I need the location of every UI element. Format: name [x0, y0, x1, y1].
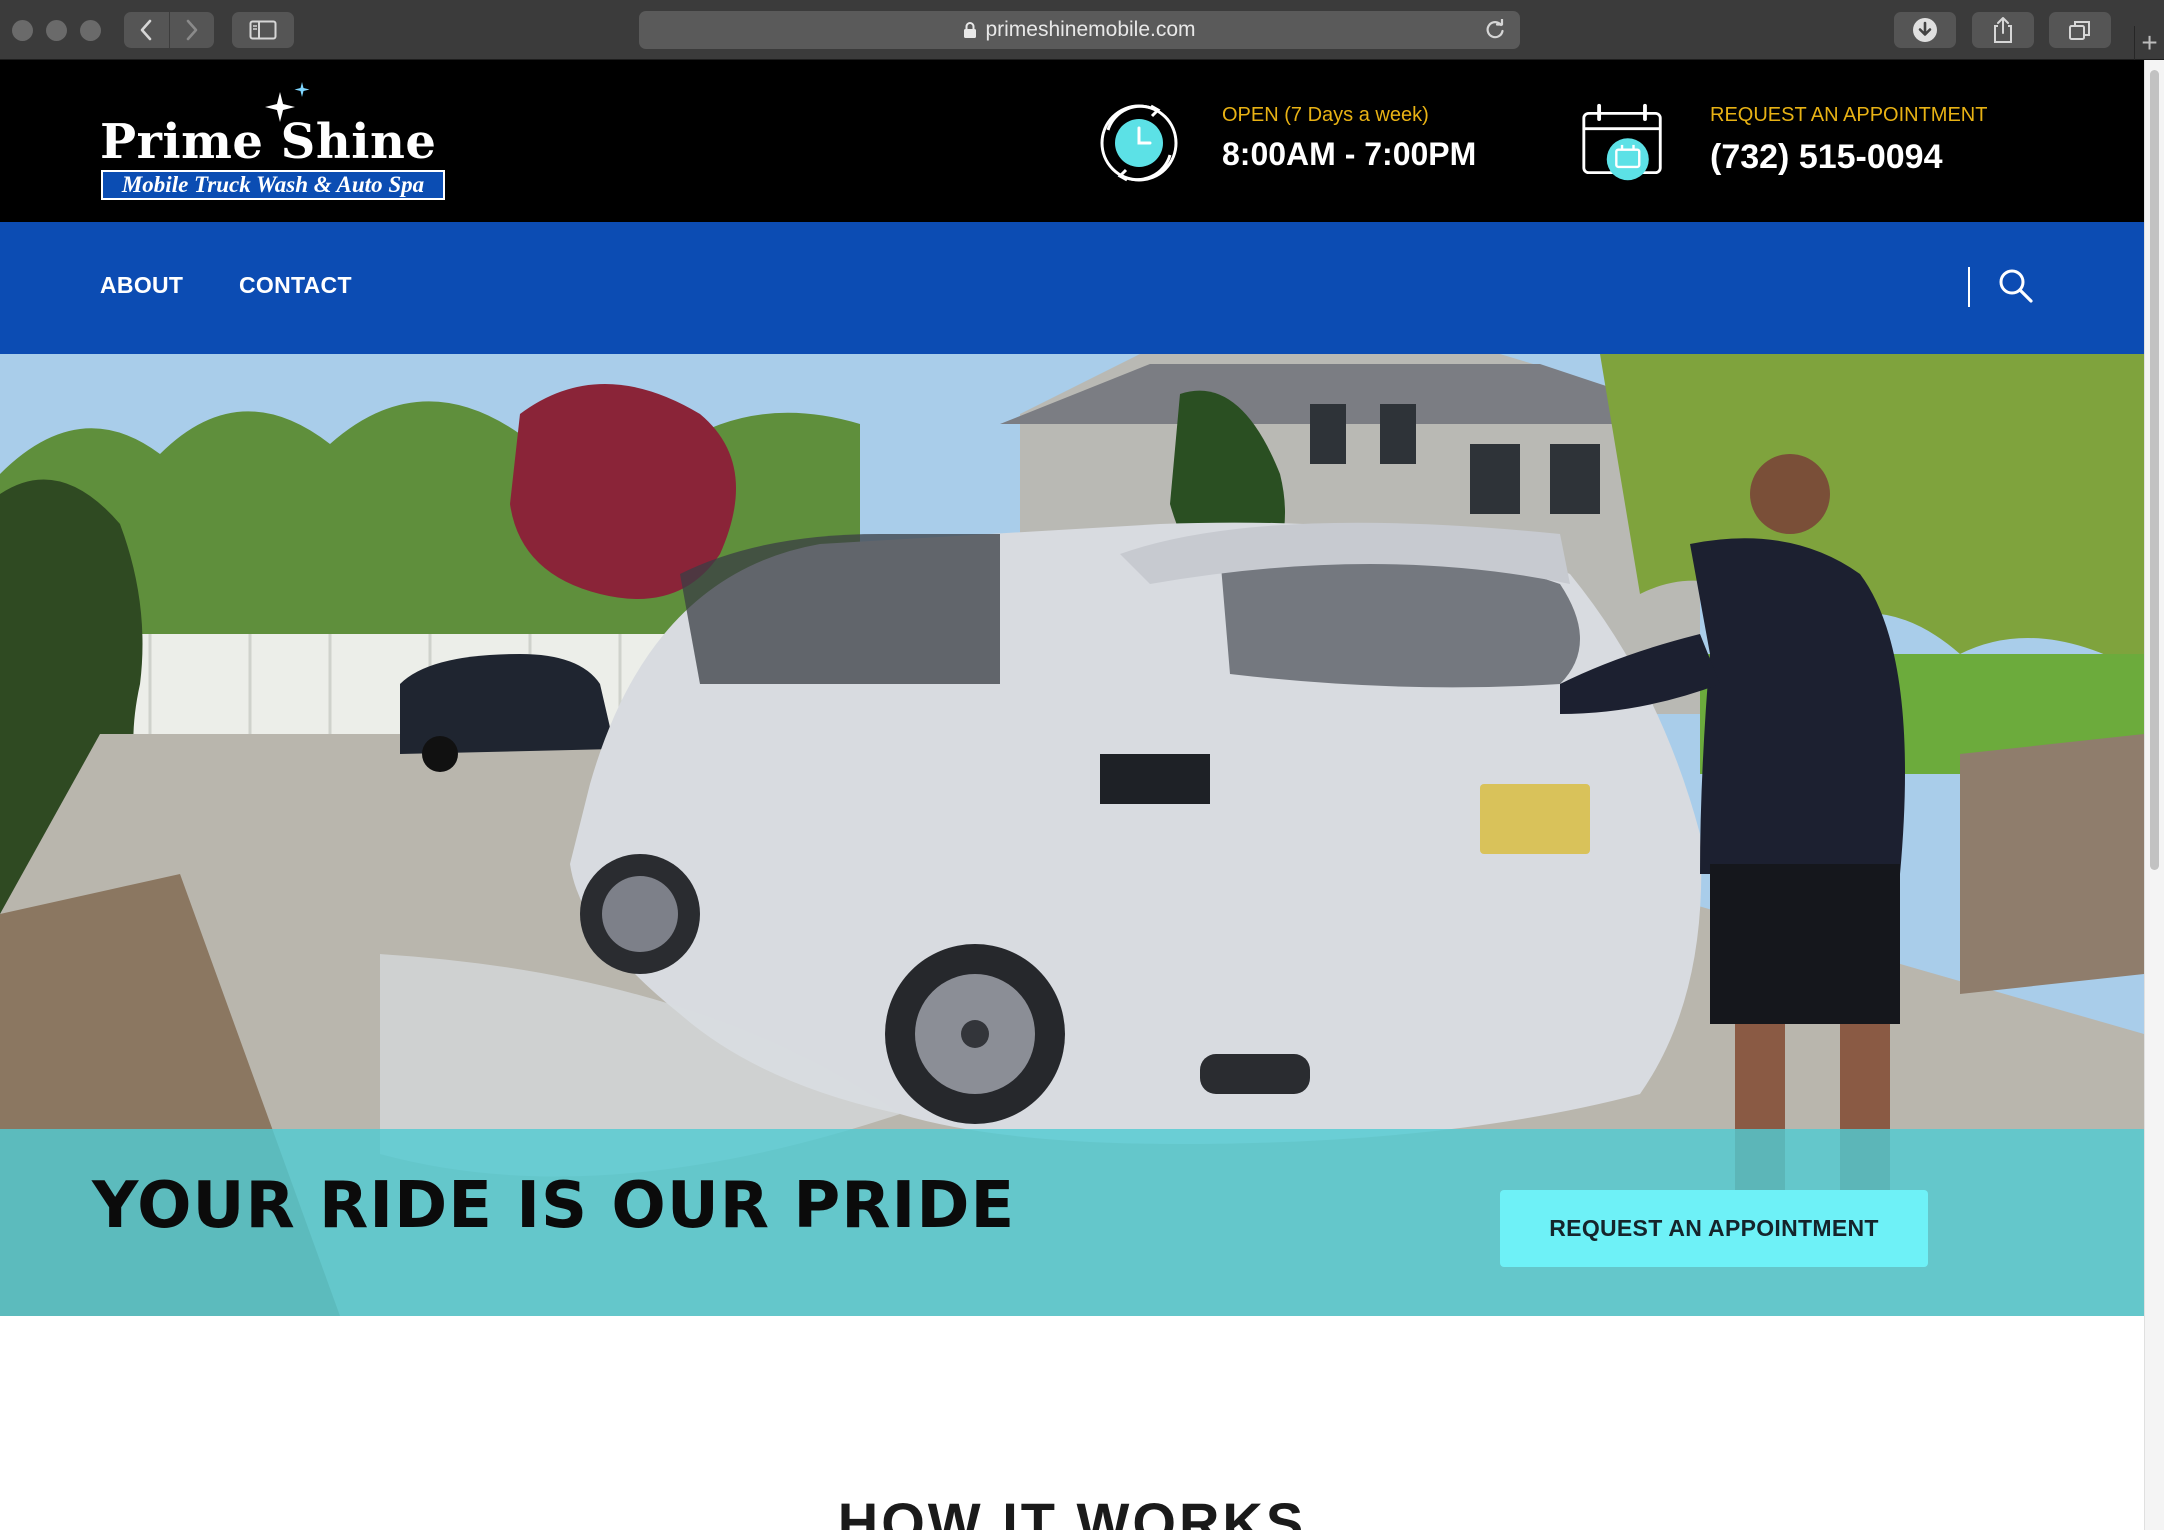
downloads-button[interactable] [1894, 12, 1956, 48]
back-icon [140, 19, 152, 41]
address-bar[interactable]: primeshinemobile.com [639, 11, 1520, 49]
forward-icon [186, 19, 198, 41]
sidebar-toggle-button[interactable] [232, 12, 294, 48]
lock-icon [963, 21, 977, 39]
tab-overview-button[interactable] [2049, 12, 2111, 48]
back-button[interactable] [124, 12, 169, 48]
share-button[interactable] [1972, 12, 2034, 48]
clock-icon [1100, 104, 1178, 182]
forward-button[interactable] [168, 12, 215, 48]
nav-item-about[interactable]: ABOUT [100, 272, 183, 299]
browser-toolbar: primeshinemobile.com + [0, 0, 2164, 60]
calendar-icon [1582, 103, 1662, 181]
reload-icon[interactable] [1484, 18, 1506, 47]
phone-number-link[interactable]: (732) 515-0094 [1710, 138, 1943, 177]
hours-value: 8:00AM - 7:00PM [1222, 136, 1477, 172]
tabs-icon [2069, 21, 2090, 40]
hero-title: YOUR RIDE IS OUR PRIDE [92, 1169, 1016, 1243]
logo-title: Prime Shine [100, 114, 437, 170]
search-icon[interactable] [1998, 268, 2034, 304]
nav-divider [1968, 267, 1970, 307]
page-scrollbar[interactable] [2144, 60, 2164, 1530]
url-text: primeshinemobile.com [985, 18, 1196, 41]
scrollbar-thumb[interactable] [2150, 70, 2159, 870]
logo-subtitle: Mobile Truck Wash & Auto Spa [101, 170, 445, 200]
new-tab-button[interactable]: + [2134, 26, 2164, 60]
zoom-window-button[interactable] [80, 20, 101, 41]
request-appointment-button[interactable]: REQUEST AN APPOINTMENT [1500, 1190, 1928, 1267]
hours-label: OPEN (7 Days a week) [1222, 104, 1429, 126]
site-header: Prime Shine Mobile Truck Wash & Auto Spa… [0, 60, 2144, 222]
share-icon [1994, 17, 2012, 43]
close-window-button[interactable] [12, 20, 33, 41]
main-nav: ABOUT CONTACT [0, 222, 2144, 354]
how-it-works-heading: HOW IT WORKS [837, 1491, 1307, 1530]
hero-section: YOUR RIDE IS OUR PRIDE REQUEST AN APPOIN… [0, 354, 2144, 1316]
nav-item-contact[interactable]: CONTACT [239, 272, 352, 299]
minimize-window-button[interactable] [46, 20, 67, 41]
sidebar-icon [249, 20, 277, 40]
site-logo[interactable]: Prime Shine Mobile Truck Wash & Auto Spa [100, 78, 450, 208]
history-nav [124, 12, 214, 48]
download-icon [1913, 18, 1937, 42]
appointment-label: REQUEST AN APPOINTMENT [1710, 104, 1988, 126]
